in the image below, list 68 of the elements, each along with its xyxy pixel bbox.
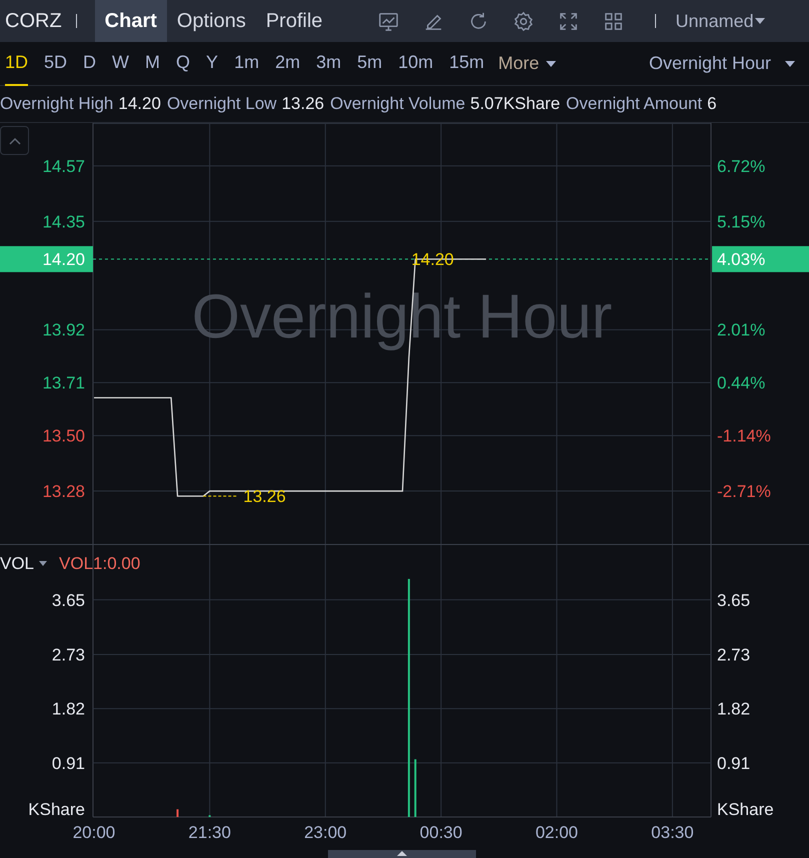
time-axis-label: 21:30	[188, 823, 231, 842]
time-axis-label: 00:30	[420, 823, 462, 842]
time-axis-label: 02:00	[535, 823, 578, 842]
stat-label: Overnight Volume	[330, 93, 466, 116]
timeframe-tab[interactable]: 1m	[234, 42, 260, 86]
panel-handle[interactable]	[328, 850, 476, 858]
timeframe-tab[interactable]: 5m	[357, 42, 382, 86]
stat-label: Overnight Low	[166, 93, 277, 116]
stat-value: 6	[707, 93, 717, 116]
unit-label: KShare	[28, 800, 85, 819]
percent-axis-label: -2.71%	[717, 482, 771, 502]
timeframe-tab[interactable]: 1D	[5, 42, 28, 86]
volume-axis-label: 3.65	[52, 590, 85, 610]
change-tag: 4.03%	[712, 246, 809, 272]
session-dropdown[interactable]: Overnight Hour	[648, 50, 795, 77]
percent-axis-label: 5.15%	[717, 212, 766, 232]
percent-axis-label: 6.72%	[717, 156, 766, 176]
leader-line	[202, 496, 238, 497]
price-axis-label: 13.71	[42, 374, 85, 393]
volume-axis-label: 0.91	[717, 754, 750, 773]
last-price-tag: 14.20	[0, 246, 93, 272]
settings-icon[interactable]	[512, 10, 535, 32]
timeframe-tab[interactable]: 2m	[275, 42, 300, 86]
indicator-value: VOL1:0.00	[59, 553, 140, 575]
price-axis-label: 13.28	[42, 482, 85, 502]
stat-label: Overnight Amount	[566, 93, 702, 116]
time-axis-label: 23:00	[304, 823, 347, 842]
tab[interactable]: Profile	[256, 0, 333, 42]
caret-icon	[39, 561, 48, 566]
tab[interactable]: Chart	[94, 0, 167, 42]
stat-value: 14.20	[118, 93, 161, 116]
stat-value: 5.07KShare	[470, 93, 560, 116]
stat-value: 13.26	[282, 93, 324, 116]
unit-label: KShare	[717, 800, 774, 819]
low-price-label: 13.26	[243, 487, 286, 506]
time-axis-label: 20:00	[72, 823, 116, 842]
time-axis-label: 03:30	[651, 823, 694, 842]
price-axis-label: 13.92	[42, 320, 85, 340]
price-axis-label: 14.57	[42, 156, 85, 176]
timeframe-tab[interactable]: W	[112, 42, 130, 86]
timeframe-tab[interactable]: 15m	[449, 42, 484, 86]
tab[interactable]: Options	[166, 0, 256, 42]
timeframe-tab[interactable]: 3m	[316, 42, 342, 86]
percent-axis-label: 2.01%	[717, 320, 766, 340]
volume-axis-label: 1.82	[717, 700, 750, 719]
price-axis-label: 13.50	[42, 426, 85, 446]
symbol-label: CORZ	[4, 9, 62, 34]
timeframe-tab[interactable]: Q	[176, 42, 190, 86]
volume-bar	[414, 759, 416, 817]
volume-axis-label: 0.91	[52, 754, 85, 773]
timeframe-tab[interactable]: 10m	[398, 42, 434, 86]
volume-axis-label: 3.65	[717, 590, 750, 610]
percent-axis-label: -1.14%	[717, 426, 771, 446]
timeframe-tab[interactable]: M	[145, 42, 160, 86]
timeframe-tab[interactable]: 5D	[44, 42, 68, 86]
price-axis-label: 14.35	[42, 212, 85, 232]
indicator-dropdown[interactable]: VOL	[0, 551, 48, 576]
timeframe-tab[interactable]: Y	[206, 42, 218, 86]
percent-axis-label: 0.44%	[717, 374, 766, 393]
layout-dropdown[interactable]: Unnamed	[676, 8, 765, 34]
chevron-up-icon	[8, 136, 20, 144]
more-dropdown[interactable]: More	[498, 50, 556, 77]
timeframe-tab[interactable]: D	[83, 42, 96, 86]
volume-bar	[176, 809, 179, 817]
volume-axis-label: 2.73	[717, 646, 750, 665]
stat-label: Overnight High	[0, 93, 114, 116]
volume-axis-label: 1.82	[52, 700, 85, 719]
volume-axis-label: 2.73	[52, 646, 85, 665]
